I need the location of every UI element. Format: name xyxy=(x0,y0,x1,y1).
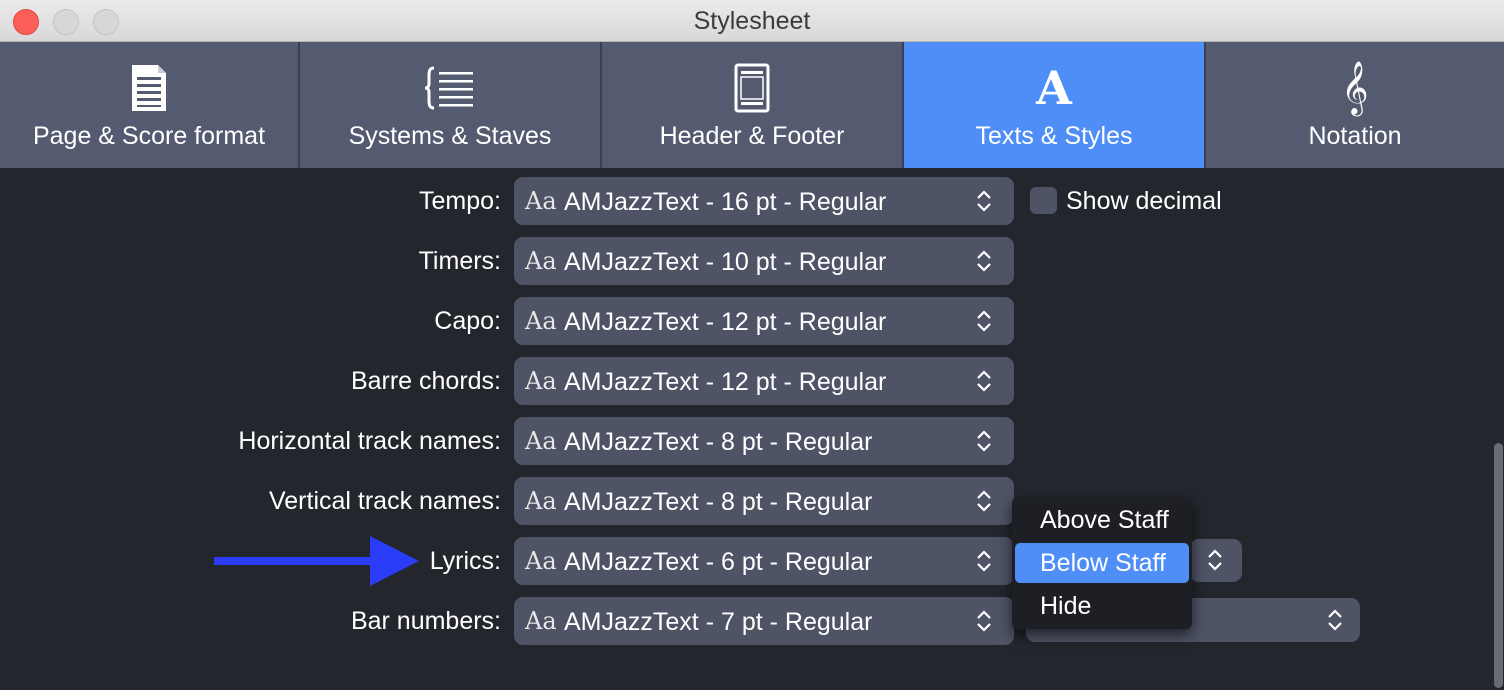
window-title: Stylesheet xyxy=(693,7,811,35)
font-preview-icon: Aa xyxy=(525,487,557,515)
bar-numbers-font-select[interactable]: Aa AMJazzText - 7 pt - Regular xyxy=(514,597,1014,645)
updown-chevron-icon xyxy=(977,190,991,212)
tab-systems-staves[interactable]: Systems & Staves xyxy=(300,42,602,168)
texts-styles-icon: A xyxy=(1036,61,1072,115)
capo-label: Capo: xyxy=(434,307,501,335)
updown-chevron-icon xyxy=(1208,549,1222,571)
barre-chords-font-select[interactable]: Aa AMJazzText - 12 pt - Regular xyxy=(514,357,1014,405)
menu-item-above-staff[interactable]: Above Staff xyxy=(1015,500,1189,540)
select-value: AMJazzText - 12 pt - Regular xyxy=(564,308,887,336)
updown-chevron-icon xyxy=(977,370,991,392)
updown-chevron-icon xyxy=(977,550,991,572)
tab-label: Texts & Styles xyxy=(975,122,1133,150)
tempo-font-select[interactable]: Aa AMJazzText - 16 pt - Regular xyxy=(514,177,1014,225)
tab-texts-styles[interactable]: A Texts & Styles xyxy=(904,42,1206,168)
timers-label: Timers: xyxy=(418,247,501,275)
tempo-label: Tempo: xyxy=(419,187,501,215)
select-value: AMJazzText - 6 pt - Regular xyxy=(564,548,873,576)
tab-label: Header & Footer xyxy=(659,122,845,150)
horizontal-track-names-label: Horizontal track names: xyxy=(238,427,501,455)
vertical-scrollbar[interactable] xyxy=(1494,443,1503,688)
systems-staves-icon xyxy=(300,62,600,114)
font-preview-icon: Aa xyxy=(525,547,557,575)
vertical-track-names-label: Vertical track names: xyxy=(268,487,501,515)
menu-item-hide[interactable]: Hide xyxy=(1015,586,1189,626)
font-preview-icon: Aa xyxy=(525,427,557,455)
menu-item-below-staff[interactable]: Below Staff xyxy=(1015,543,1189,583)
select-value: AMJazzText - 8 pt - Regular xyxy=(564,428,873,456)
lyrics-label: Lyrics: xyxy=(429,547,501,575)
header-footer-icon xyxy=(602,62,902,114)
font-preview-icon: Aa xyxy=(525,307,557,335)
updown-chevron-icon xyxy=(977,250,991,272)
updown-chevron-icon xyxy=(977,430,991,452)
lyrics-position-menu: Above Staff Below Staff Hide xyxy=(1012,497,1192,629)
font-preview-icon: Aa xyxy=(525,607,557,635)
tab-label: Systems & Staves xyxy=(348,122,552,150)
treble-clef-icon: 𝄞 xyxy=(1341,60,1369,114)
updown-chevron-icon xyxy=(1328,609,1342,631)
tab-notation[interactable]: 𝄞 Notation xyxy=(1206,42,1504,168)
updown-chevron-icon xyxy=(977,610,991,632)
horizontal-track-names-font-select[interactable]: Aa AMJazzText - 8 pt - Regular xyxy=(514,417,1014,465)
font-preview-icon: Aa xyxy=(525,247,557,275)
bar-numbers-label: Bar numbers: xyxy=(350,607,501,635)
annotation-arrow-icon xyxy=(214,536,419,586)
select-value: AMJazzText - 8 pt - Regular xyxy=(564,488,873,516)
tab-label: Notation xyxy=(1308,122,1402,150)
lyrics-position-popup-button[interactable] xyxy=(1190,539,1242,582)
tab-header-footer[interactable]: Header & Footer xyxy=(602,42,904,168)
show-decimal-checkbox[interactable] xyxy=(1030,187,1057,214)
show-decimal-label: Show decimal xyxy=(1066,187,1222,215)
title-bar: Stylesheet xyxy=(0,0,1504,42)
tab-label: Page & Score format xyxy=(32,122,266,150)
vertical-track-names-font-select[interactable]: Aa AMJazzText - 8 pt - Regular xyxy=(514,477,1014,525)
lyrics-font-select[interactable]: Aa AMJazzText - 6 pt - Regular xyxy=(514,537,1014,585)
updown-chevron-icon xyxy=(977,490,991,512)
page-format-icon xyxy=(0,62,298,114)
timers-font-select[interactable]: Aa AMJazzText - 10 pt - Regular xyxy=(514,237,1014,285)
select-value: AMJazzText - 12 pt - Regular xyxy=(564,368,887,396)
select-value: AMJazzText - 10 pt - Regular xyxy=(564,248,887,276)
font-preview-icon: Aa xyxy=(525,187,557,215)
font-preview-icon: Aa xyxy=(525,367,557,395)
barre-chords-label: Barre chords: xyxy=(350,367,501,395)
select-value: AMJazzText - 16 pt - Regular xyxy=(564,188,887,216)
stylesheet-tabs: Page & Score format Systems & Staves Hea… xyxy=(0,42,1504,168)
text-styles-form: Tempo: Aa AMJazzText - 16 pt - Regular S… xyxy=(0,168,1504,690)
capo-font-select[interactable]: Aa AMJazzText - 12 pt - Regular xyxy=(514,297,1014,345)
tab-page-score-format[interactable]: Page & Score format xyxy=(0,42,300,168)
updown-chevron-icon xyxy=(977,310,991,332)
select-value: AMJazzText - 7 pt - Regular xyxy=(564,608,873,636)
